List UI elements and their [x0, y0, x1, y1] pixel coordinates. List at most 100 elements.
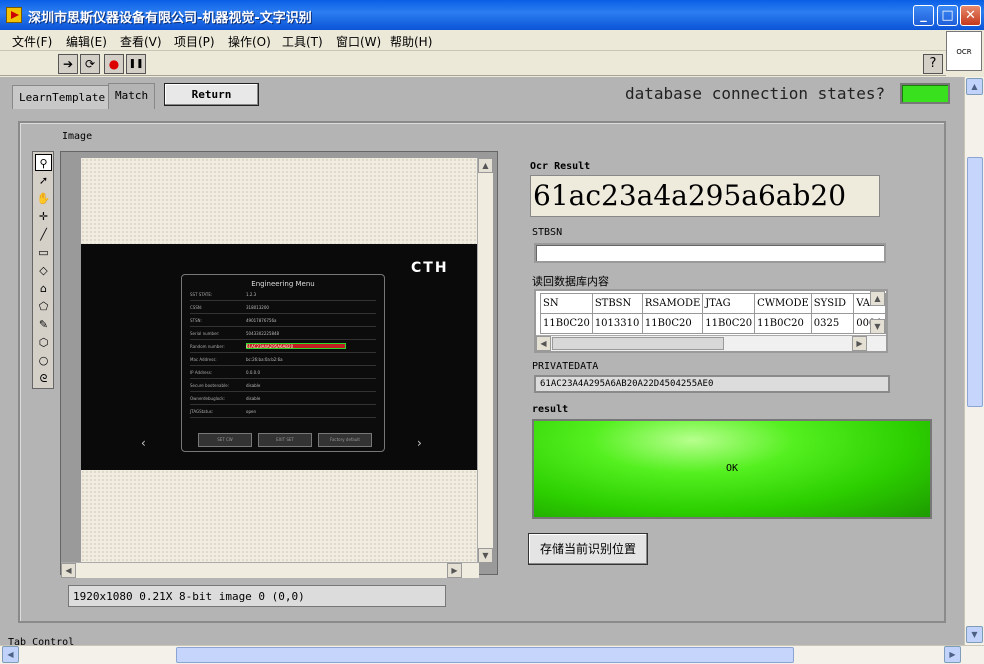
- freehand-region-tool-icon[interactable]: ᘓ: [35, 370, 52, 387]
- table-header: JTAG: [702, 293, 756, 314]
- tab-page-match: Image ⚲ ➚ ✋ ✛ ╱ ▭ ◇ ⌂ ⬠ ✎ ⬡ ○ ᘓ CTH ‹ ›: [18, 121, 946, 623]
- labview-app-icon: [6, 7, 22, 23]
- menu-help[interactable]: 帮助(H): [390, 33, 432, 50]
- scroll-right-icon[interactable]: ▶: [447, 563, 462, 578]
- table-header: STBSN: [591, 293, 643, 314]
- image-horizontal-scrollbar[interactable]: ◀ ▶: [61, 562, 479, 578]
- menu-window[interactable]: 窗口(W): [336, 33, 381, 50]
- table-header: SN: [540, 293, 593, 314]
- pause-icon[interactable]: ❚❚: [126, 54, 146, 74]
- image-info-bar: 1920x1080 0.21X 8-bit image 0 (0,0): [68, 585, 446, 607]
- random-number-row: Random number: 61AC23A4A295A6AB20: [190, 341, 376, 353]
- list-item: STSN: 49017876756a: [190, 315, 376, 327]
- scroll-up-icon[interactable]: ▲: [478, 158, 493, 173]
- save-recognition-position-button[interactable]: 存储当前识别位置: [528, 533, 648, 565]
- list-item: SST STATE: 1.2.3: [190, 289, 376, 301]
- window-scroll-down-icon[interactable]: ▼: [966, 626, 983, 643]
- table-scroll-down-icon[interactable]: ▼: [870, 319, 885, 334]
- list-item: Secure bootenable: disable: [190, 380, 376, 392]
- image-tool-palette: ⚲ ➚ ✋ ✛ ╱ ▭ ◇ ⌂ ⬠ ✎ ⬡ ○ ᘓ: [32, 151, 54, 389]
- list-item: Mac Address: bc:26:ba:0a:b2:6a: [190, 354, 376, 366]
- window-vscroll-thumb[interactable]: [967, 157, 983, 407]
- annulus-tool-icon[interactable]: ⌂: [35, 280, 52, 297]
- abort-icon[interactable]: ●: [104, 54, 124, 74]
- list-item: JTAGStatus: open: [190, 406, 376, 418]
- db-content-table[interactable]: SN STBSN RSAMODE JTAG CWMODE SYSID VARI …: [534, 289, 888, 353]
- maximize-button[interactable]: □: [937, 5, 958, 26]
- scroll-down-icon[interactable]: ▼: [478, 548, 493, 563]
- result-indicator: OK: [532, 419, 932, 519]
- stbsn-field[interactable]: [534, 243, 886, 263]
- db-connection-led: [900, 83, 950, 104]
- toolbar: ➔ ⟳ ● ❚❚ ?: [0, 52, 946, 76]
- cth-logo: CTH: [411, 260, 449, 276]
- list-item: IP Address: 0.0.0.0: [190, 367, 376, 379]
- stbsn-label: STBSN: [532, 227, 563, 238]
- menu-file[interactable]: 文件(F): [12, 33, 52, 50]
- factory-default-button: Factory default: [318, 433, 372, 447]
- run-arrow-icon[interactable]: ➔: [58, 54, 78, 74]
- list-item: CSSN: 318013200: [190, 302, 376, 314]
- scroll-left-icon[interactable]: ◀: [61, 563, 76, 578]
- window-hscroll-thumb[interactable]: [176, 647, 794, 663]
- broken-line-tool-icon[interactable]: ⬡: [35, 334, 52, 351]
- minimize-button[interactable]: _: [913, 5, 934, 26]
- help-icon[interactable]: ?: [923, 54, 943, 74]
- menu-bar: 文件(F) 编辑(E) 查看(V) 项目(P) 操作(O) 工具(T) 窗口(W…: [0, 30, 946, 51]
- rotated-rect-tool-icon[interactable]: ◇: [35, 262, 52, 279]
- table-header-row: SN STBSN RSAMODE JTAG CWMODE SYSID VARI: [540, 293, 886, 314]
- db-connection-label: database connection states?: [625, 84, 886, 103]
- window-scroll-left-icon[interactable]: ◀: [2, 646, 19, 663]
- table-cell[interactable]: 0325: [810, 313, 855, 334]
- ocr-result-display: 61ac23a4a295a6ab20: [530, 175, 880, 217]
- table-cell[interactable]: 1013310: [591, 313, 643, 334]
- table-header: RSAMODE: [641, 293, 704, 314]
- window-horizontal-scrollbar[interactable]: ◀ ▶: [0, 645, 984, 664]
- window-vertical-scrollbar[interactable]: ▲ ▼: [964, 77, 984, 645]
- table-scroll-up-icon[interactable]: ▲: [870, 291, 885, 306]
- table-cell[interactable]: 11B0C20: [540, 313, 593, 334]
- menu-edit[interactable]: 编辑(E): [66, 33, 107, 50]
- run-continuously-icon[interactable]: ⟳: [80, 54, 100, 74]
- return-button[interactable]: Return: [164, 83, 259, 106]
- close-button[interactable]: ✕: [960, 5, 981, 26]
- crosshair-tool-icon[interactable]: ✛: [35, 208, 52, 225]
- menu-tools[interactable]: 工具(T): [282, 33, 323, 50]
- table-scroll-left-icon[interactable]: ◀: [536, 336, 551, 351]
- table-cell[interactable]: 11B0C20: [641, 313, 704, 334]
- freehand-tool-icon[interactable]: ✎: [35, 316, 52, 333]
- oval-tool-icon[interactable]: ○: [35, 352, 52, 369]
- pan-tool-icon[interactable]: ✋: [35, 190, 52, 207]
- tab-control-label: Tab Control: [8, 637, 75, 645]
- exit-set-button: EXIT SET: [258, 433, 312, 447]
- menu-operate[interactable]: 操作(O): [228, 33, 271, 50]
- menu-view[interactable]: 查看(V): [120, 33, 162, 50]
- tab-match[interactable]: Match: [108, 83, 156, 109]
- right-arrow-icon: ›: [417, 436, 422, 450]
- ocr-result-label: Ocr Result: [530, 161, 591, 172]
- pointer-tool-icon[interactable]: ➚: [35, 172, 52, 189]
- window-scroll-right-icon[interactable]: ▶: [944, 646, 961, 663]
- table-row[interactable]: 11B0C20 1013310 11B0C20 11B0C20 11B0C20 …: [540, 313, 886, 334]
- window-scroll-up-icon[interactable]: ▲: [966, 78, 983, 95]
- table-cell[interactable]: 11B0C20: [754, 313, 812, 334]
- set-cw-button: SET CW: [198, 433, 252, 447]
- zoom-tool-icon[interactable]: ⚲: [35, 154, 52, 171]
- polygon-tool-icon[interactable]: ⬠: [35, 298, 52, 315]
- left-arrow-icon: ‹: [141, 436, 146, 450]
- image-vertical-scrollbar[interactable]: ▲ ▼: [477, 158, 493, 563]
- table-scroll-thumb[interactable]: [552, 337, 724, 350]
- tab-learn-template[interactable]: LearnTemplate: [12, 85, 113, 109]
- table-scroll-right-icon[interactable]: ▶: [852, 336, 867, 351]
- front-panel: LearnTemplate Match Return database conn…: [0, 77, 964, 645]
- rectangle-tool-icon[interactable]: ▭: [35, 244, 52, 261]
- image-display[interactable]: CTH ‹ › Engineering Menu SST STATE: 1.2.3…: [81, 158, 482, 563]
- menu-project[interactable]: 项目(P): [174, 33, 215, 50]
- line-tool-icon[interactable]: ╱: [35, 226, 52, 243]
- privatedata-field: 61AC23A4A295A6AB20A22D4504255AE0: [534, 375, 890, 393]
- table-horizontal-scrollbar[interactable]: ◀ ▶: [536, 335, 886, 351]
- list-item: Ownerdebuglock: disable: [190, 393, 376, 405]
- table-cell[interactable]: 11B0C20: [702, 313, 756, 334]
- title-bar: 深圳市思斯仪器设备有限公司-机器视觉-文字识别 _ □ ✕: [0, 0, 984, 30]
- privatedata-label: PRIVATEDATA: [532, 361, 599, 372]
